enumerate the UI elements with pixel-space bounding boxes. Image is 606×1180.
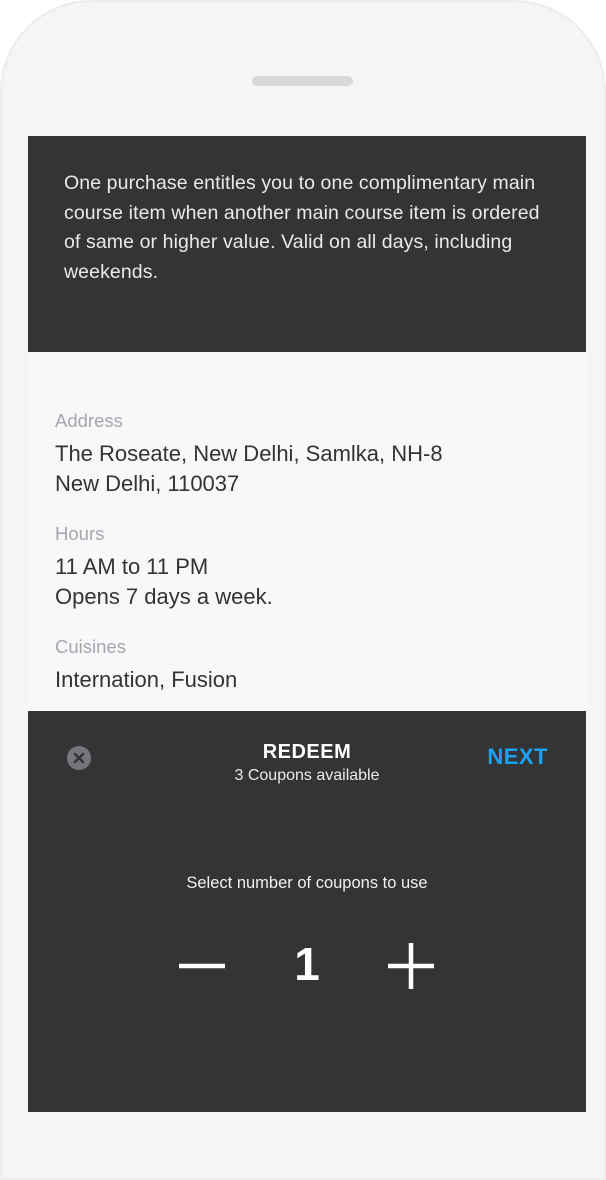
- hours-label: Hours: [55, 523, 105, 544]
- cuisines-value: Internation, Fusion: [55, 667, 238, 692]
- plus-icon: [388, 943, 434, 989]
- next-button[interactable]: NEXT: [487, 744, 548, 770]
- cuisines-label: Cuisines: [55, 636, 126, 657]
- coupon-count: 1: [294, 938, 320, 990]
- minus-icon: [179, 963, 225, 969]
- redeem-sheet: REDEEM 3 Coupons available NEXT Select n…: [28, 711, 586, 1112]
- speaker-grille: [252, 76, 353, 86]
- app-screen: One purchase entitles you to one complim…: [28, 136, 586, 1112]
- select-coupons-label: Select number of coupons to use: [186, 874, 428, 892]
- offer-description: One purchase entitles you to one complim…: [64, 172, 540, 283]
- increment-button[interactable]: [383, 938, 439, 994]
- decrement-button[interactable]: [174, 938, 230, 994]
- address-line-1: The Roseate, New Delhi, Samlka, NH-8: [55, 441, 443, 466]
- offer-description-panel: One purchase entitles you to one complim…: [28, 136, 586, 352]
- restaurant-info: Address The Roseate, New Delhi, Samlka, …: [28, 352, 586, 712]
- phone-frame: One purchase entitles you to one complim…: [0, 0, 606, 1180]
- address-line-2: New Delhi, 110037: [55, 471, 240, 496]
- hours-line-1: 11 AM to 11 PM: [55, 554, 209, 579]
- hours-line-2: Opens 7 days a week.: [55, 584, 273, 609]
- address-label: Address: [55, 410, 123, 431]
